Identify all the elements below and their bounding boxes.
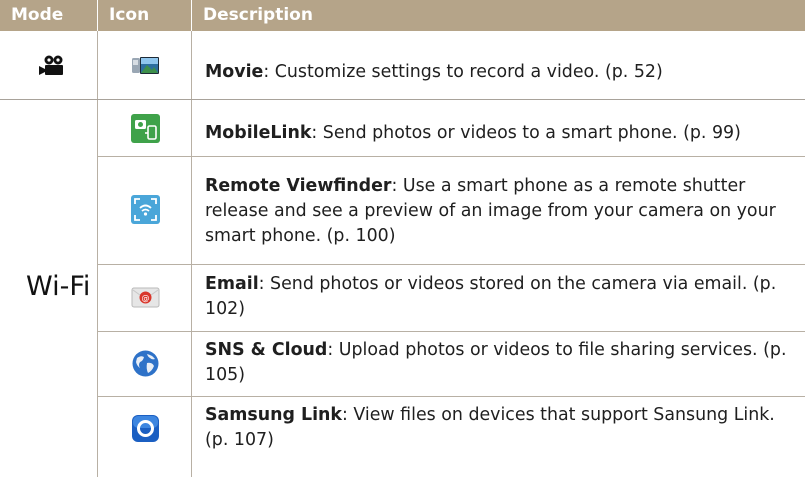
svg-text:@: @	[142, 294, 150, 303]
header-description: Description	[192, 0, 805, 31]
row-divider	[98, 396, 805, 397]
mode-text: : Customize settings to record a video. …	[263, 62, 663, 82]
mobilelink-description: MobileLink: Send photos or videos to a s…	[205, 121, 800, 146]
mobilelink-icon	[131, 114, 160, 143]
sns-cloud-icon	[131, 349, 160, 378]
mode-name: SNS & Cloud	[205, 340, 328, 360]
column-divider	[97, 31, 98, 477]
mode-table: Mode Icon Description Movie: Customize s…	[0, 0, 805, 477]
row-divider	[98, 331, 805, 332]
mode-name: Email	[205, 274, 259, 294]
row-divider	[98, 264, 805, 265]
email-icon: @	[131, 283, 160, 312]
sns-cloud-description: SNS & Cloud: Upload photos or videos to …	[205, 338, 800, 388]
header-icon: Icon	[98, 0, 191, 31]
row-divider	[0, 99, 805, 100]
movie-icon	[131, 51, 160, 80]
samsung-link-description: Samsung Link: View files on devices that…	[205, 403, 800, 453]
samsung-link-icon	[131, 414, 160, 443]
movie-mode-icon	[37, 51, 67, 81]
mode-name: Remote Viewfinder	[205, 176, 392, 196]
wifi-mode-label: Wi-Fi	[26, 271, 91, 302]
column-divider	[191, 31, 192, 477]
remote-viewfinder-description: Remote Viewfinder: Use a smart phone as …	[205, 174, 800, 249]
email-description: Email: Send photos or videos stored on t…	[205, 272, 800, 322]
remote-viewfinder-icon	[131, 195, 160, 224]
mode-name: MobileLink	[205, 123, 312, 143]
mode-text: : Send photos or videos stored on the ca…	[205, 274, 777, 319]
mode-text: : Send photos or videos to a smart phone…	[311, 123, 741, 143]
movie-description: Movie: Customize settings to record a vi…	[205, 60, 800, 85]
mode-name: Movie	[205, 62, 264, 82]
mode-name: Samsung Link	[205, 405, 342, 425]
row-divider	[98, 156, 805, 157]
header-mode: Mode	[0, 0, 97, 31]
